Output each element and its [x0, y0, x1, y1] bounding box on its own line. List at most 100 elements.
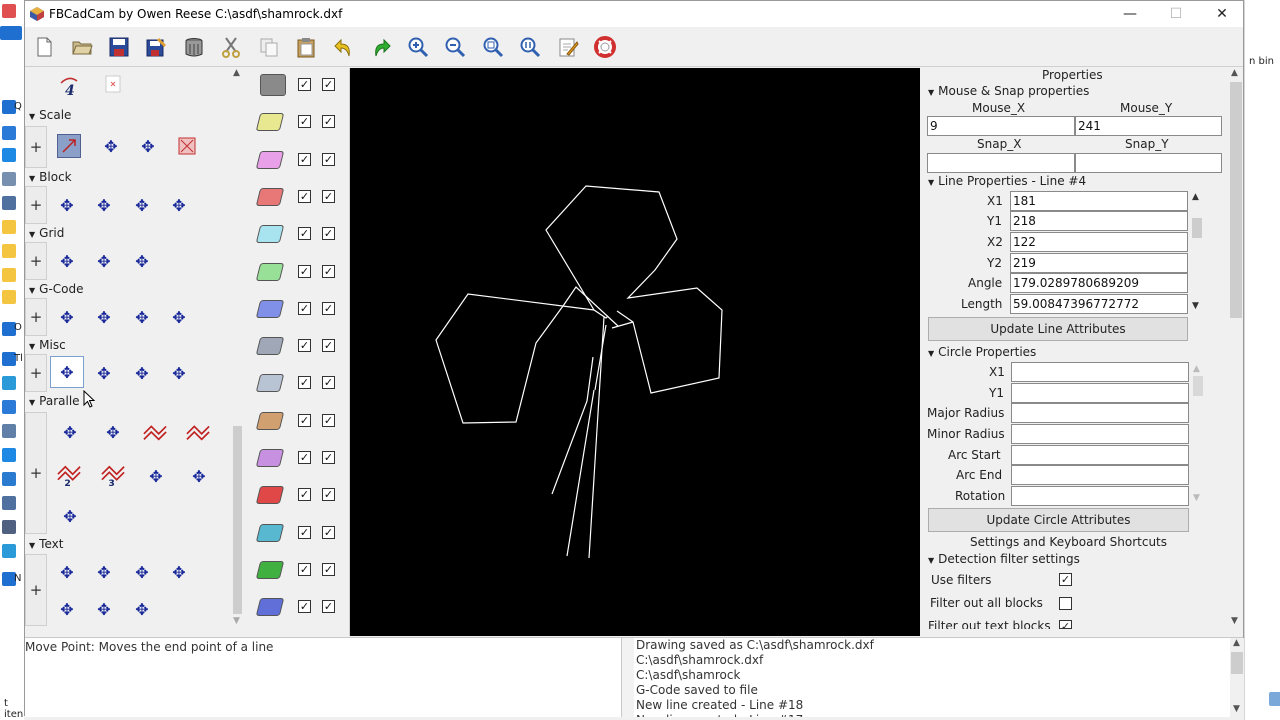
move-icon[interactable]: ✥	[144, 464, 168, 488]
circle-x1-field[interactable]	[1011, 362, 1189, 382]
layer-active-checkbox[interactable]: ✓	[322, 562, 335, 576]
folder-icon[interactable]	[2, 290, 16, 304]
snap-x-field[interactable]	[927, 153, 1075, 173]
add-tool-button[interactable]: +	[25, 354, 47, 392]
section-parallel[interactable]: ▼ Paralle	[29, 394, 80, 408]
major-radius-field[interactable]	[1011, 403, 1189, 423]
move-icon[interactable]: ✥	[55, 305, 79, 329]
scroll-up-arrow-icon[interactable]: ▲	[1192, 192, 1199, 202]
scroll-up-arrow-icon[interactable]: ▲	[233, 68, 240, 78]
log-scroll-thumb[interactable]	[1231, 652, 1243, 674]
move-icon[interactable]: ✥	[92, 361, 116, 385]
layer-visible-checkbox[interactable]: ✓	[298, 115, 311, 129]
arc-start-field[interactable]	[1011, 445, 1189, 465]
layer-visible-checkbox[interactable]: ✓	[298, 78, 311, 91]
move-icon[interactable]: ✥	[58, 420, 82, 444]
layer-color-swatch[interactable]	[255, 262, 285, 281]
move-point-icon[interactable]: ✥	[50, 356, 84, 388]
move-icon[interactable]: ✥	[55, 560, 79, 584]
move-icon[interactable]: ✥	[130, 305, 154, 329]
use-filters-checkbox[interactable]: ✓	[1059, 573, 1072, 586]
zoom-out-icon[interactable]	[442, 34, 468, 60]
section-grid[interactable]: ▼ Grid	[29, 226, 64, 240]
layer-active-checkbox[interactable]: ✓	[322, 152, 335, 166]
music-icon[interactable]	[2, 472, 16, 486]
layer-visible-checkbox[interactable]: ✓	[298, 600, 311, 614]
layer-color-swatch[interactable]	[255, 374, 285, 393]
line-angle-field[interactable]: 179.0289780689209	[1010, 273, 1188, 293]
filter-text-checkbox[interactable]: ✓	[1059, 620, 1072, 629]
move-icon[interactable]: ✥	[167, 305, 191, 329]
mouse-x-field[interactable]: 9	[927, 116, 1075, 136]
layer-active-checkbox[interactable]: ✓	[322, 376, 335, 390]
layer-active-checkbox[interactable]: ✓	[322, 115, 335, 129]
mouse-y-field[interactable]: 241	[1075, 116, 1222, 136]
move-icon[interactable]: ✥	[101, 420, 125, 444]
move-icon[interactable]: ✥	[92, 597, 116, 621]
line-properties-section[interactable]: ▼ Line Properties - Line #4	[928, 174, 1086, 188]
move-icon[interactable]: ✥	[130, 361, 154, 385]
move-icon[interactable]: ✥	[55, 597, 79, 621]
layer-active-checkbox[interactable]: ✓	[322, 339, 335, 353]
rotation-field[interactable]	[1011, 486, 1189, 506]
folder-icon[interactable]	[2, 220, 16, 234]
move-icon[interactable]: ✥	[92, 193, 116, 217]
layer-color-swatch[interactable]	[255, 411, 285, 430]
add-tool-button[interactable]: +	[25, 412, 47, 534]
desktop-app-icon[interactable]	[2, 520, 16, 534]
parallel-offset-icon[interactable]	[186, 420, 210, 444]
filter-blocks-checkbox[interactable]	[1059, 597, 1072, 610]
zoom-in-icon[interactable]	[405, 34, 431, 60]
move-icon[interactable]: ✥	[136, 134, 160, 158]
drawing-canvas[interactable]	[350, 68, 920, 636]
layer-visible-checkbox[interactable]: ✓	[298, 339, 311, 353]
line-length-field[interactable]: 59.00847396772772	[1010, 294, 1188, 314]
new-file-icon[interactable]	[31, 34, 57, 60]
folder-icon[interactable]	[2, 268, 16, 282]
download-icon[interactable]	[2, 448, 16, 462]
section-text[interactable]: ▼ Text	[29, 537, 63, 551]
line-x1-field[interactable]: 181	[1010, 191, 1188, 211]
layer-visible-checkbox[interactable]: ✓	[298, 562, 311, 576]
redo-icon[interactable]	[368, 34, 394, 60]
arc-end-field[interactable]	[1011, 465, 1189, 485]
minor-radius-field[interactable]	[1011, 424, 1189, 444]
desktop-app-icon[interactable]	[2, 172, 16, 186]
scroll-down-arrow-icon[interactable]: ▼	[1192, 301, 1199, 311]
layer-color-swatch[interactable]	[255, 113, 285, 132]
layer-active-checkbox[interactable]: ✓	[322, 78, 335, 91]
scroll-up-arrow-icon[interactable]: ▲	[1231, 68, 1238, 78]
desktop-app-icon[interactable]	[2, 126, 16, 140]
layer-color-swatch[interactable]	[255, 560, 285, 579]
move-icon[interactable]: ✥	[187, 464, 211, 488]
add-tool-button[interactable]: +	[25, 298, 47, 336]
layer-color-swatch[interactable]	[255, 225, 285, 244]
layer-visible-checkbox[interactable]: ✓	[298, 413, 311, 427]
layer-color-swatch[interactable]	[255, 299, 285, 318]
move-icon[interactable]: ✥	[92, 249, 116, 273]
layer-visible-checkbox[interactable]: ✓	[298, 451, 311, 464]
help-icon[interactable]	[592, 34, 618, 60]
move-icon[interactable]: ✥	[130, 597, 154, 621]
scroll-down-arrow-icon[interactable]: ▼	[1193, 493, 1200, 503]
desktop-app-icon[interactable]	[2, 424, 16, 438]
parallel-3-icon[interactable]: 3	[101, 464, 125, 488]
minimize-button[interactable]: —	[1107, 1, 1153, 27]
move-icon[interactable]: ✥	[130, 560, 154, 584]
maximize-button[interactable]: ☐	[1153, 1, 1199, 27]
desktop-app-icon[interactable]	[0, 26, 22, 40]
zoom-window-icon[interactable]	[517, 34, 543, 60]
trash-icon[interactable]	[181, 34, 207, 60]
line-x2-field[interactable]: 122	[1010, 232, 1188, 252]
line-y1-field[interactable]: 218	[1010, 211, 1188, 231]
layer-color-swatch[interactable]	[255, 449, 285, 467]
layer-active-checkbox[interactable]: ✓	[322, 264, 335, 278]
update-circle-button[interactable]: Update Circle Attributes	[928, 508, 1189, 532]
close-button[interactable]: ✕	[1199, 1, 1245, 27]
scroll-up-arrow-icon[interactable]: ▲	[1193, 364, 1200, 374]
layer-visible-checkbox[interactable]: ✓	[298, 525, 311, 539]
desktop-app-icon[interactable]	[2, 4, 16, 18]
circle-scroll-thumb[interactable]	[1193, 376, 1203, 396]
snap-y-field[interactable]	[1075, 153, 1222, 173]
desktop-app-icon[interactable]	[2, 196, 16, 210]
